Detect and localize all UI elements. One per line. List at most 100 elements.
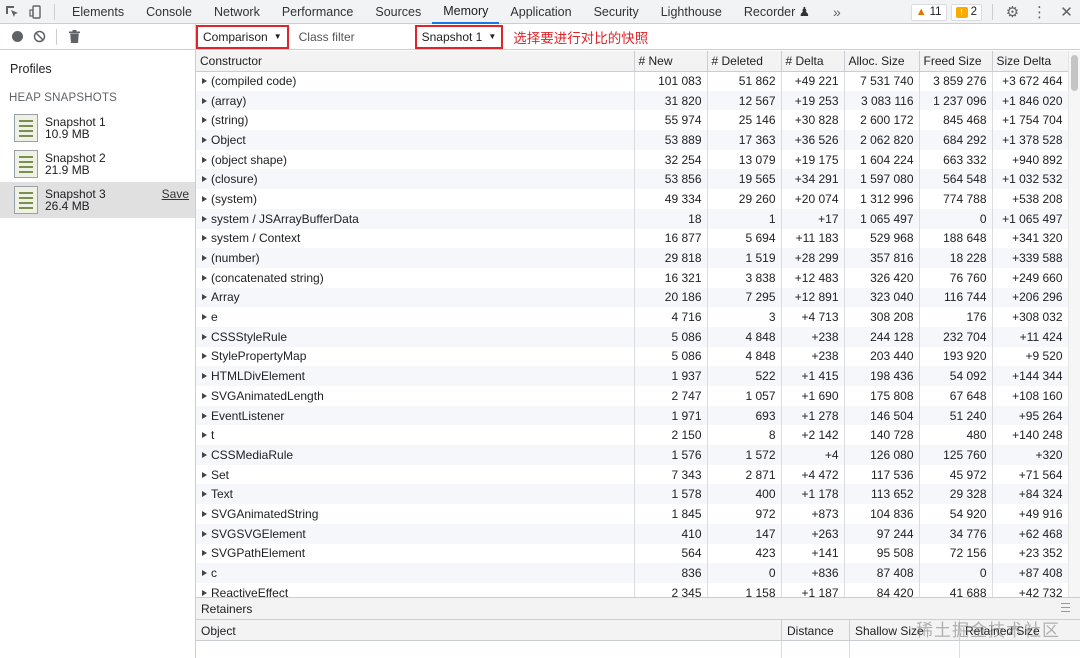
table-row[interactable]: system / Context 16 877 5 694 +11 183 529 96… (196, 228, 1068, 249)
table-row[interactable]: e 4 716 3 +4 713 308 208 176 +308 032 (196, 307, 1068, 327)
inspect-element-icon[interactable] (0, 0, 24, 24)
column-header-deleted[interactable]: # Deleted (707, 51, 782, 72)
trash-icon[interactable] (63, 26, 85, 48)
settings-gear-icon[interactable]: ⚙ (999, 0, 1026, 24)
class-filter-input[interactable] (294, 26, 409, 47)
expand-triangle-icon[interactable] (202, 451, 207, 458)
column-header-new[interactable]: # New (634, 51, 708, 72)
table-row[interactable]: (number) 29 818 1 519 +28 299 357 816 18 228 +… (196, 248, 1068, 268)
table-row[interactable]: Set 7 343 2 871 +4 472 117 536 45 972 +71 564 (196, 464, 1068, 485)
snapshot-item[interactable]: Snapshot 1 10.9 MB (0, 110, 195, 146)
expand-triangle-icon[interactable] (202, 333, 207, 340)
clear-all-icon[interactable] (28, 26, 50, 48)
save-snapshot-link[interactable]: Save (162, 187, 189, 201)
expand-triangle-icon[interactable] (202, 392, 207, 399)
close-devtools-icon[interactable]: ✕ (1053, 0, 1080, 24)
value-cell: +71 564 (992, 464, 1068, 485)
more-tabs-button[interactable]: » (821, 0, 853, 24)
constructor-cell: SVGPathElement (196, 543, 635, 564)
tab-memory[interactable]: Memory (432, 0, 500, 24)
retainers-header-distance[interactable]: Distance (782, 620, 850, 641)
constructor-cell: SVGAnimatedLength (196, 386, 635, 406)
table-row[interactable]: Text 1 578 400 +1 178 113 652 29 328 +84 324 (196, 484, 1068, 505)
table-row[interactable]: SVGSVGElement 410 147 +263 97 244 34 776 +62 4… (196, 523, 1068, 544)
table-row[interactable]: CSSMediaRule 1 576 1 572 +4 126 080 125 760 +3… (196, 445, 1068, 465)
value-cell: +940 892 (992, 149, 1068, 170)
device-toolbar-icon[interactable] (24, 0, 48, 24)
expand-triangle-icon[interactable] (202, 550, 207, 557)
table-row[interactable]: t 2 150 8 +2 142 140 728 480 +140 248 (196, 425, 1068, 446)
column-header-freed-size[interactable]: Freed Size (919, 51, 993, 72)
table-row[interactable]: (string) 55 974 25 146 +30 828 2 600 172 845 … (196, 110, 1068, 131)
column-header-delta[interactable]: # Delta (781, 51, 845, 72)
expand-triangle-icon[interactable] (202, 215, 207, 222)
expand-triangle-icon[interactable] (202, 589, 207, 596)
expand-triangle-icon[interactable] (202, 97, 207, 104)
table-row[interactable]: HTMLDivElement 1 937 522 +1 415 198 436 54 09… (196, 366, 1068, 386)
column-header-size-delta[interactable]: Size Delta (992, 51, 1068, 72)
tab-recorder[interactable]: Recorder ♟ (733, 0, 821, 24)
grid-scrollbar[interactable] (1068, 51, 1080, 597)
expand-triangle-icon[interactable] (202, 294, 207, 301)
expand-triangle-icon[interactable] (202, 353, 207, 360)
expand-triangle-icon[interactable] (202, 510, 207, 517)
resize-grip-icon[interactable] (1061, 603, 1070, 612)
table-row[interactable]: StylePropertyMap 5 086 4 848 +238 203 440 193… (196, 346, 1068, 367)
table-row[interactable]: SVGAnimatedString 1 845 972 +873 104 836 54 9… (196, 504, 1068, 524)
table-row[interactable]: (system) 49 334 29 260 +20 074 1 312 996 774 … (196, 189, 1068, 209)
snapshot-item[interactable]: Snapshot 2 21.9 MB (0, 146, 195, 182)
expand-triangle-icon[interactable] (202, 314, 207, 321)
kebab-menu-icon[interactable]: ⋮ (1026, 0, 1053, 24)
scrollbar-thumb[interactable] (1071, 55, 1078, 91)
table-row[interactable]: Object 53 889 17 363 +36 526 2 062 820 684 29… (196, 130, 1068, 150)
expand-triangle-icon[interactable] (202, 373, 207, 380)
expand-triangle-icon[interactable] (202, 412, 207, 419)
tab-performance[interactable]: Performance (271, 0, 365, 24)
retainers-header-object[interactable]: Object (196, 620, 782, 641)
tab-lighthouse[interactable]: Lighthouse (650, 0, 733, 24)
table-row[interactable]: SVGAnimatedLength 2 747 1 057 +1 690 175 808… (196, 386, 1068, 406)
table-row[interactable]: EventListener 1 971 693 +1 278 146 504 51 240… (196, 405, 1068, 426)
base-snapshot-select[interactable]: Snapshot 1 ▼ (414, 24, 504, 49)
table-row[interactable]: (closure) 53 856 19 565 +34 291 1 597 080 564… (196, 169, 1068, 190)
expand-triangle-icon[interactable] (202, 136, 207, 143)
expand-triangle-icon[interactable] (202, 570, 207, 577)
table-row[interactable]: c 836 0 +836 87 408 0 +87 408 (196, 563, 1068, 583)
retainers-title: Retainers (201, 601, 253, 616)
expand-triangle-icon[interactable] (202, 471, 207, 478)
expand-triangle-icon[interactable] (202, 156, 207, 163)
table-row[interactable]: SVGPathElement 564 423 +141 95 508 72 156 +23 … (196, 543, 1068, 564)
expand-triangle-icon[interactable] (202, 176, 207, 183)
messages-badge[interactable]: ! 2 (950, 3, 982, 21)
tab-console[interactable]: Console (135, 0, 203, 24)
expand-triangle-icon[interactable] (202, 235, 207, 242)
record-icon[interactable] (6, 26, 28, 48)
expand-triangle-icon[interactable] (202, 491, 207, 498)
expand-triangle-icon[interactable] (202, 195, 207, 202)
column-header-constructor[interactable]: Constructor (196, 51, 635, 72)
expand-triangle-icon[interactable] (202, 78, 207, 85)
tab-application[interactable]: Application (499, 0, 582, 24)
table-row[interactable]: (compiled code) 101 083 51 862 +49 221 7 531… (196, 71, 1068, 91)
table-row[interactable]: Array 20 186 7 295 +12 891 323 040 116 744 +20… (196, 287, 1068, 308)
tab-sources[interactable]: Sources (364, 0, 432, 24)
expand-triangle-icon[interactable] (202, 274, 207, 281)
expand-triangle-icon[interactable] (202, 530, 207, 537)
table-row[interactable]: CSSStyleRule 5 086 4 848 +238 244 128 232 704… (196, 326, 1068, 347)
view-mode-select[interactable]: Comparison ▼ (196, 24, 289, 49)
table-row[interactable]: ReactiveEffect 2 345 1 158 +1 187 84 420 41 6… (196, 582, 1068, 597)
tab-elements[interactable]: Elements (61, 0, 135, 24)
tab-security[interactable]: Security (583, 0, 650, 24)
expand-triangle-icon[interactable] (202, 255, 207, 262)
table-row[interactable]: (concatenated string) 16 321 3 838 +12 483 3… (196, 267, 1068, 288)
expand-triangle-icon[interactable] (202, 432, 207, 439)
table-row[interactable]: (object shape) 32 254 13 079 +19 175 1 604 2… (196, 149, 1068, 170)
expand-triangle-icon[interactable] (202, 117, 207, 124)
table-row[interactable]: system / JSArrayBufferData 18 1 +17 1 065 49… (196, 208, 1068, 229)
warnings-badge[interactable]: ▲ 11 (910, 3, 947, 21)
tab-network[interactable]: Network (203, 0, 271, 24)
column-header-alloc-size[interactable]: Alloc. Size (844, 51, 920, 72)
snapshot-item-selected[interactable]: Snapshot 3 26.4 MB Save (0, 182, 195, 218)
value-cell: 140 728 (844, 425, 920, 446)
table-row[interactable]: (array) 31 820 12 567 +19 253 3 083 116 1 237… (196, 90, 1068, 111)
